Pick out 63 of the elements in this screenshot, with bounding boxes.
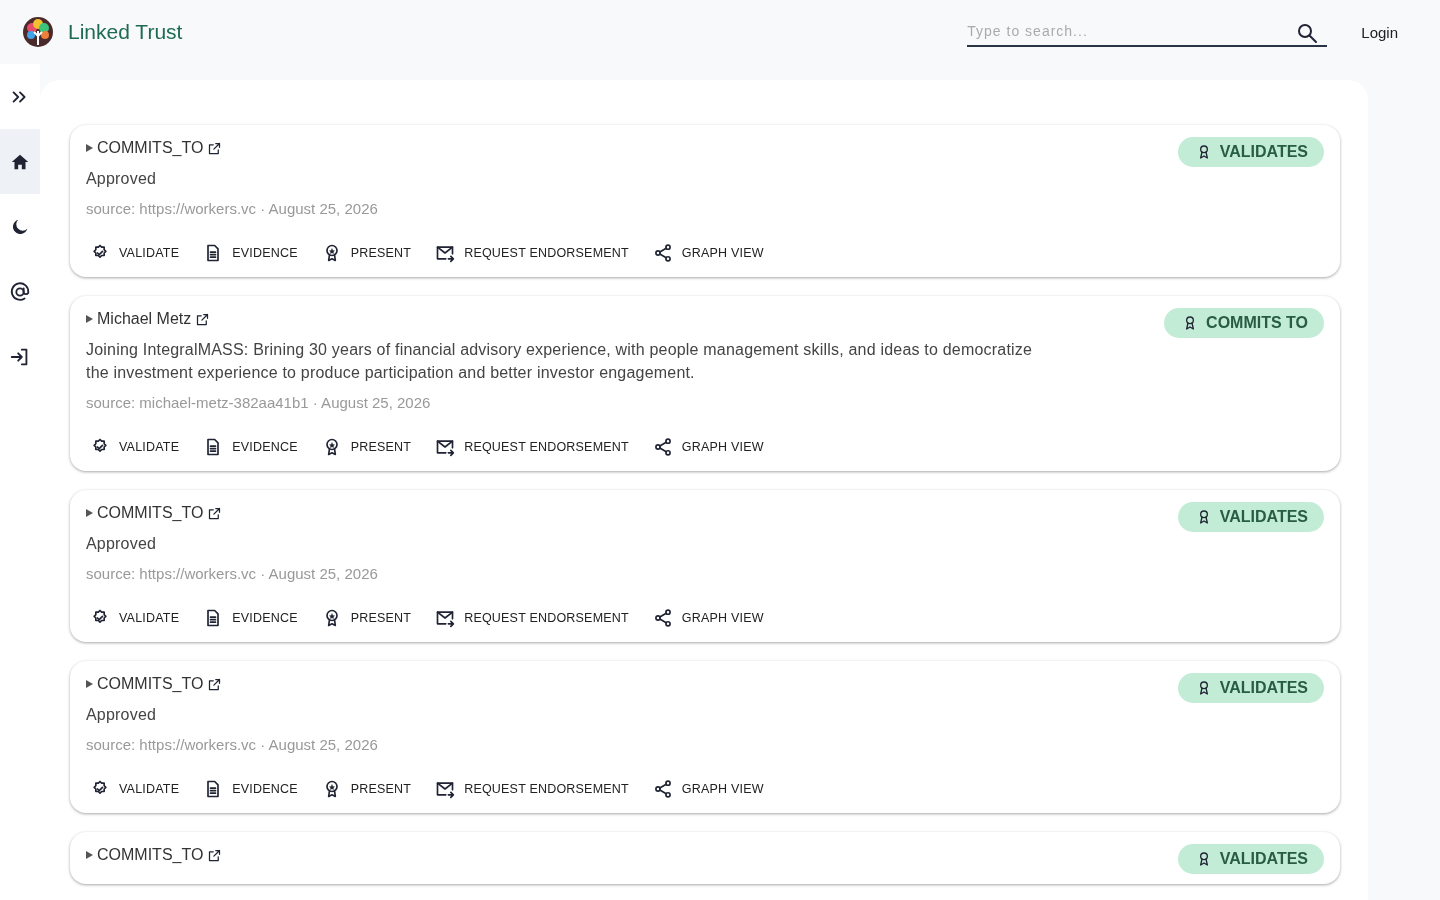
mail-arrow-icon (435, 608, 456, 628)
login-button[interactable]: Login (1355, 17, 1404, 47)
sidebar-item[interactable] (0, 129, 40, 194)
action-button[interactable]: REQUEST ENDORSEMENT (431, 433, 633, 461)
claim-source: source: https://workers.vc · August 25, 2026 (86, 736, 378, 753)
action-button[interactable]: PRESENT (317, 775, 416, 803)
claim-type-badge: VALIDATES (1177, 673, 1324, 703)
expand-triangle-icon[interactable] (86, 851, 93, 859)
search-field[interactable]: Type to search... (967, 17, 1328, 47)
action-button[interactable]: GRAPH VIEW (648, 775, 768, 803)
claim-title: COMMITS_TO (97, 139, 204, 157)
tree-logo-icon (22, 16, 54, 48)
share-nodes-icon (652, 779, 673, 799)
action-button[interactable]: VALIDATE (86, 775, 184, 803)
action-button[interactable]: PRESENT (317, 433, 416, 461)
action-button[interactable]: REQUEST ENDORSEMENT (431, 775, 633, 803)
external-link-icon (207, 676, 223, 692)
claim-title: COMMITS_TO (97, 504, 204, 522)
action-button[interactable]: EVIDENCE (199, 433, 302, 461)
action-button[interactable]: PRESENT (317, 604, 416, 632)
claim-title: COMMITS_TO (97, 846, 204, 864)
mail-arrow-icon (435, 243, 456, 263)
claim-type-badge: VALIDATES (1177, 502, 1324, 532)
action-button[interactable]: EVIDENCE (199, 239, 302, 267)
claim-title: Michael Metz (97, 310, 192, 328)
external-link-icon (207, 140, 223, 156)
action-button[interactable]: VALIDATE (86, 433, 184, 461)
brand-name: Linked Trust (68, 20, 183, 44)
action-button[interactable]: REQUEST ENDORSEMENT (431, 239, 633, 267)
claim-type-badge: COMMITS TO (1164, 308, 1324, 338)
mail-arrow-icon (435, 437, 456, 457)
action-button[interactable]: PRESENT (317, 239, 416, 267)
action-button[interactable]: EVIDENCE (199, 604, 302, 632)
claim-statement: Approved (86, 169, 158, 189)
expand-triangle-icon[interactable] (86, 680, 93, 688)
external-link-icon (207, 847, 223, 863)
expand-triangle-icon[interactable] (86, 315, 93, 323)
action-button[interactable]: REQUEST ENDORSEMENT (431, 604, 633, 632)
claim-type-badge: VALIDATES (1177, 137, 1324, 167)
expand-triangle-icon[interactable] (86, 509, 93, 517)
external-link-icon (207, 505, 223, 521)
claim-title: COMMITS_TO (97, 675, 204, 693)
at-sign-icon (9, 280, 31, 303)
claim-statement: Approved (86, 534, 158, 554)
claim-statement: Approved (86, 705, 158, 725)
share-nodes-icon (652, 608, 673, 628)
claim-type-badge: VALIDATES (1177, 844, 1324, 874)
share-nodes-icon (652, 437, 673, 457)
share-nodes-icon (652, 243, 673, 263)
action-button[interactable]: VALIDATE (86, 239, 184, 267)
action-button[interactable]: GRAPH VIEW (648, 433, 768, 461)
external-link-icon (195, 311, 211, 327)
expand-triangle-icon[interactable] (86, 144, 93, 152)
search-icon (1295, 21, 1320, 45)
action-button[interactable]: GRAPH VIEW (648, 604, 768, 632)
claim-source: source: https://workers.vc · August 25, 2026 (86, 200, 378, 217)
action-button[interactable]: VALIDATE (86, 604, 184, 632)
mail-arrow-icon (435, 779, 456, 799)
action-button[interactable]: EVIDENCE (199, 775, 302, 803)
claim-statement: Joining IntegralMASS: Brining 30 years of financial advisory experience, with people management skills, and ideas to democratize the investment experience to produce participation and better investor engagement. (86, 340, 1034, 383)
action-button[interactable]: GRAPH VIEW (648, 239, 768, 267)
claim-source: source: https://workers.vc · August 25, 2026 (86, 565, 378, 582)
claim-source: source: michael-metz-382aa41b1 · August 25, 2026 (86, 394, 432, 411)
